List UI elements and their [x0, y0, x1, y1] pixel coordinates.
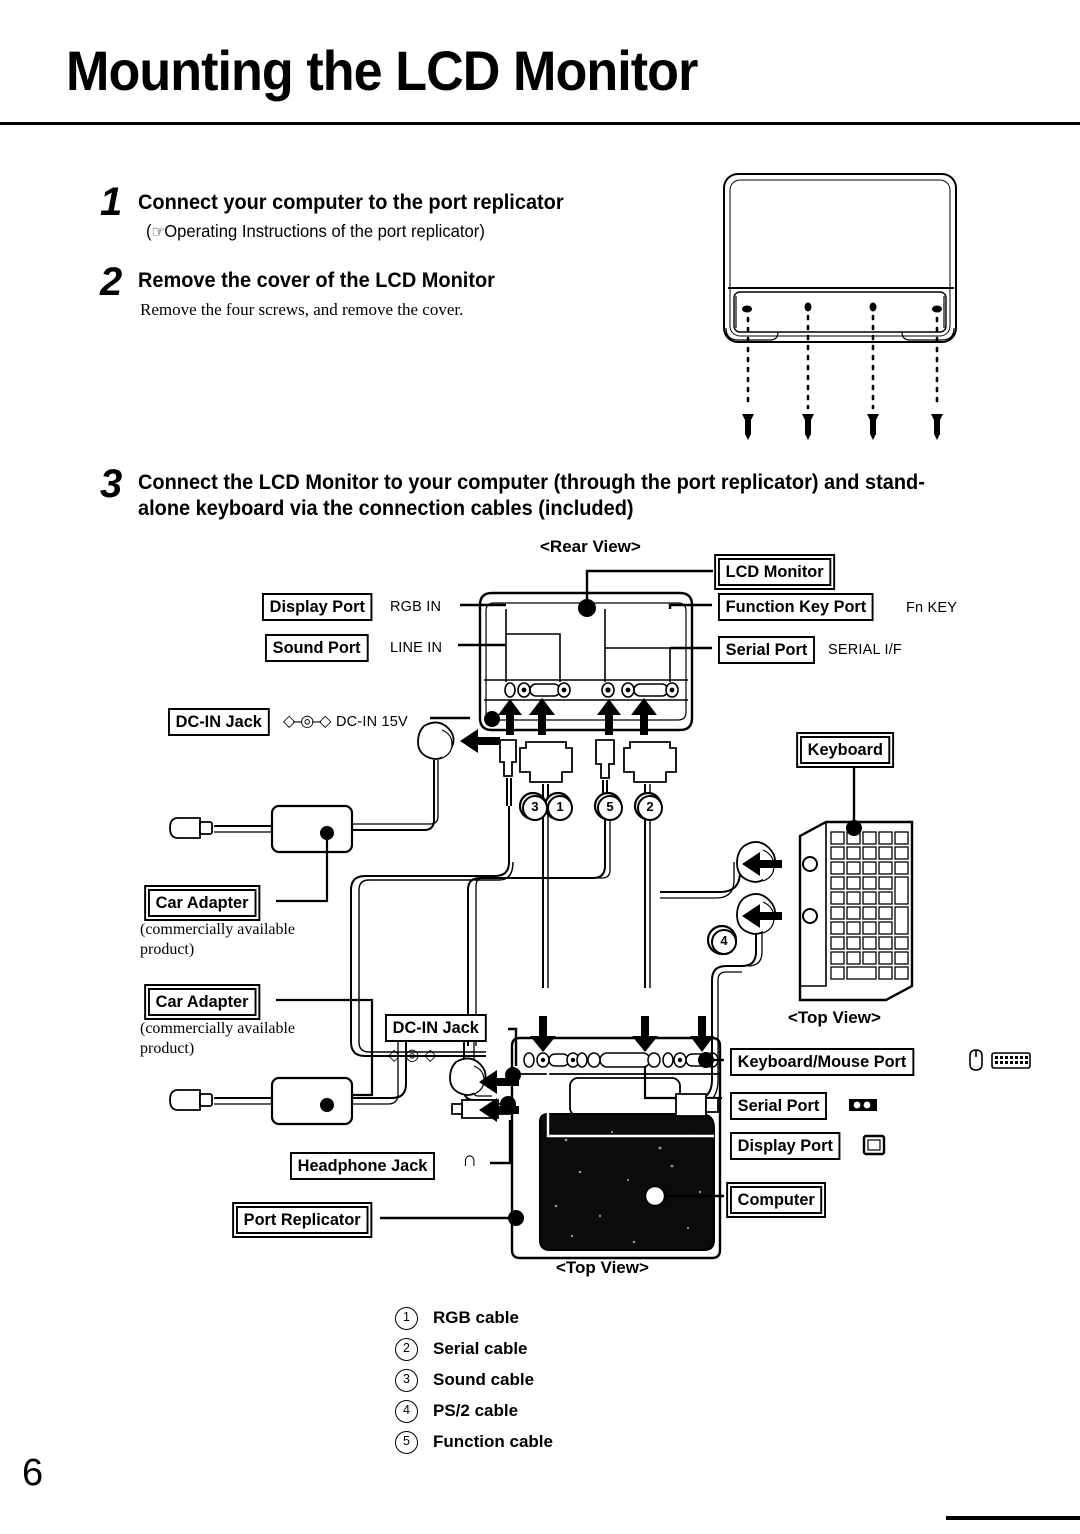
car-adapter-1-note-line1: (commercially available — [140, 921, 296, 938]
rear-view-caption: <Rear View> — [540, 537, 641, 556]
signal-rgb-in: RGB IN — [390, 599, 442, 615]
label-serial-port-monitor: Serial Port — [718, 636, 816, 664]
legend-label-2: Serial cable — [433, 1339, 528, 1358]
label-port-replicator: Port Replicator — [236, 1206, 369, 1234]
label-function-key-port: Function Key Port — [718, 593, 874, 621]
legend-marker-3: 3 — [395, 1369, 418, 1392]
label-display-port-monitor: Display Port — [262, 593, 373, 621]
label-car-adapter-1: Car Adapter — [148, 889, 257, 917]
legend-label-1: RGB cable — [433, 1308, 519, 1327]
signal-dc-in-15v: DC-IN 15V — [336, 714, 408, 730]
label-keyboard-mouse-port: Keyboard/Mouse Port — [730, 1048, 915, 1076]
serial-connector-icon — [848, 1096, 878, 1114]
label-computer: Computer — [730, 1186, 823, 1214]
label-dc-in-jack-replicator: DC-IN Jack — [385, 1014, 487, 1042]
cable-marker-rgb: 1 — [547, 795, 573, 821]
manual-page: Mounting the LCD Monitor 1 Connect your … — [0, 0, 1080, 1534]
signal-line-in: LINE IN — [390, 640, 443, 656]
cable-marker-ps2: 4 — [711, 929, 737, 955]
legend-label-3: Sound cable — [433, 1370, 535, 1389]
monitor-icon — [862, 1134, 886, 1156]
connection-diagram: <Rear View> LCD Monitor Display Port RGB… — [0, 0, 1080, 1300]
car-adapter-1-note-line2: product) — [140, 941, 195, 958]
label-keyboard: Keyboard — [800, 736, 891, 764]
mouse-keyboard-icon — [966, 1048, 1032, 1072]
cable-marker-function: 5 — [597, 795, 623, 821]
signal-fn-key: Fn KEY — [906, 600, 958, 616]
cable-marker-sound: 3 — [522, 795, 548, 821]
page-number: 6 — [22, 1452, 44, 1494]
label-headphone-jack: Headphone Jack — [290, 1152, 436, 1180]
legend-label-4: PS/2 cable — [433, 1401, 519, 1420]
label-car-adapter-2: Car Adapter — [148, 988, 257, 1016]
label-sound-port-monitor: Sound Port — [265, 634, 369, 662]
label-display-port-replicator: Display Port — [730, 1132, 841, 1160]
legend-marker-1: 1 — [395, 1307, 418, 1330]
dc-polarity-icon-replicator: ◇–◎–◇ — [388, 1047, 436, 1064]
signal-serial-if: SERIAL I/F — [828, 642, 902, 658]
headphone-icon: ∩ — [462, 1148, 478, 1171]
legend-marker-5: 5 — [395, 1431, 418, 1454]
car-adapter-2-note-line1: (commercially available — [140, 1020, 296, 1037]
dc-polarity-icon: ◇–◎–◇ — [283, 713, 331, 730]
cable-marker-serial: 2 — [637, 795, 663, 821]
legend-marker-4: 4 — [395, 1400, 418, 1423]
label-serial-port-replicator: Serial Port — [730, 1092, 828, 1120]
label-lcd-monitor: LCD Monitor — [718, 558, 832, 586]
legend-label-5: Function cable — [433, 1432, 553, 1451]
car-adapter-2-note-line2: product) — [140, 1040, 195, 1057]
top-view-caption-computer: <Top View> — [556, 1258, 649, 1277]
legend-marker-2: 2 — [395, 1338, 418, 1361]
label-dc-in-jack-monitor: DC-IN Jack — [168, 708, 270, 736]
top-view-caption-keyboard: <Top View> — [788, 1008, 881, 1027]
footer-rule — [946, 1516, 1080, 1520]
